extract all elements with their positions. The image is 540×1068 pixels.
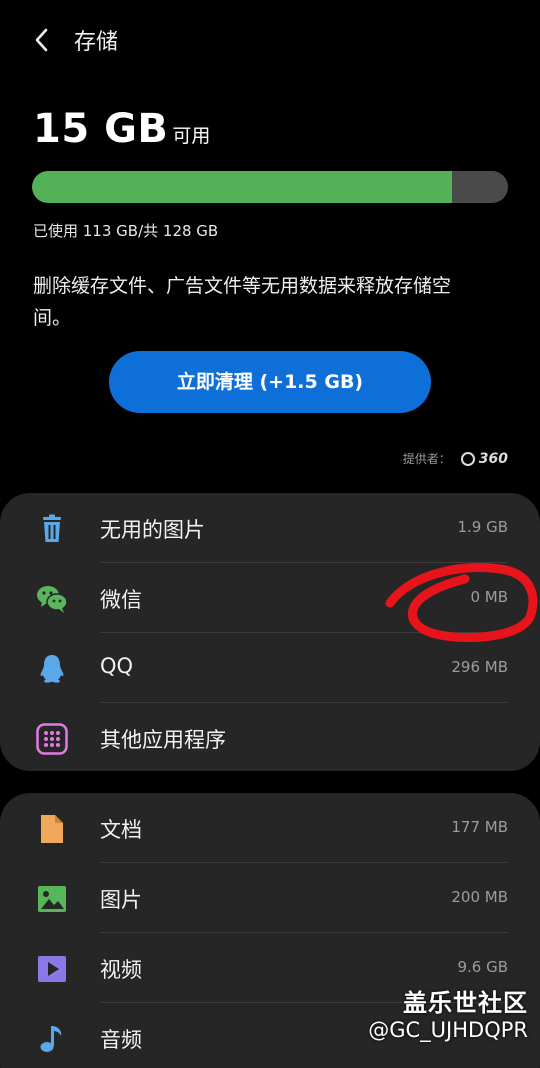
list-item-size: 1.9 GB (457, 518, 508, 536)
provider-brand: 360 (478, 450, 508, 467)
wechat-icon (37, 586, 68, 613)
watermark-user: @GC_UJHDQPR (368, 1018, 528, 1042)
back-arrow-icon (35, 28, 48, 52)
available-label: 可用 (172, 125, 211, 147)
list-item-wechat[interactable]: 微信 0 MB (0, 563, 540, 633)
list-item-label: 其他应用程序 (100, 728, 226, 752)
cleanup-description: 删除缓存文件、广告文件等无用数据来释放存储空间。 (33, 275, 452, 329)
available-value: 15 GB (33, 106, 169, 152)
list-item-other-apps[interactable]: 其他应用程序 (0, 703, 540, 773)
list-item-documents[interactable]: 文档 177 MB (0, 793, 540, 863)
page-title: 存储 (74, 30, 119, 55)
list-item-label: QQ (100, 654, 134, 678)
list-item-size: 200 MB (451, 888, 508, 906)
provider-logo: 360 (460, 450, 508, 467)
list-item-label: 视频 (100, 958, 142, 982)
storage-usage-bar (32, 171, 508, 203)
list-item-size: 296 MB (451, 658, 508, 676)
available-storage: 15 GB 可用 (33, 106, 210, 152)
document-icon (41, 815, 63, 843)
apps-grid-icon (36, 723, 68, 755)
list-item-unused-images[interactable]: 无用的图片 1.9 GB (0, 493, 540, 563)
list-item-label: 图片 (100, 888, 142, 912)
image-icon (38, 886, 66, 912)
music-icon (40, 1026, 62, 1052)
list-item-qq[interactable]: QQ 296 MB (0, 633, 540, 703)
list-item-size: 177 MB (451, 818, 508, 836)
storage-screen: 存储 15 GB 可用 已使用 113 GB/共 128 GB 删除缓存文件、广告… (0, 0, 540, 1068)
app-junk-card: 无用的图片 1.9 GB 微信 0 MB QQ 296 MB 其他应用程序 (0, 493, 540, 771)
storage-usage-fill (32, 171, 453, 203)
trash-icon (43, 514, 61, 542)
provider-label: 提供者： (402, 452, 451, 466)
360-logo-icon (460, 451, 475, 466)
list-item-label: 音频 (100, 1028, 142, 1052)
used-storage-text: 已使用 113 GB/共 128 GB (33, 222, 219, 240)
list-item-label: 微信 (100, 588, 142, 612)
list-item-label: 无用的图片 (100, 518, 205, 542)
provider-credit: 提供者： 360 (403, 450, 508, 467)
clean-now-button[interactable]: 立即清理 (+1.5 GB) (109, 351, 431, 413)
list-item-images[interactable]: 图片 200 MB (0, 863, 540, 933)
list-item-size: 9.6 GB (457, 958, 508, 976)
back-button[interactable] (26, 20, 60, 60)
list-item-size: 0 MB (470, 588, 508, 606)
qq-icon (40, 655, 64, 683)
list-item-label: 文档 (100, 818, 142, 842)
watermark-title: 盖乐世社区 (403, 989, 528, 1017)
app-bar: 存储 (0, 18, 540, 62)
video-icon (38, 956, 66, 982)
